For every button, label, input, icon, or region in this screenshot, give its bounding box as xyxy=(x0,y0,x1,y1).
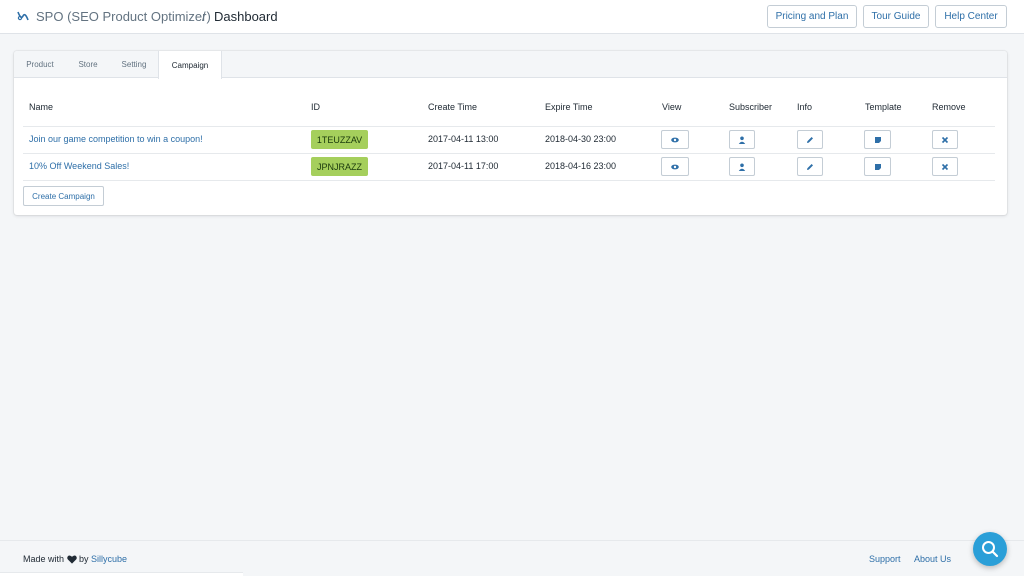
column-header-view: View xyxy=(662,102,682,112)
footer-by: by xyxy=(79,554,89,564)
column-header-create-time: Create Time xyxy=(428,102,478,112)
subscriber-button[interactable] xyxy=(729,130,755,149)
about-us-link[interactable]: About Us xyxy=(914,554,951,564)
expire-time: 2018-04-16 23:00 xyxy=(545,161,617,171)
campaign-card: Product Store Setting Campaign xyxy=(14,51,1007,215)
pencil-icon xyxy=(807,136,813,143)
column-header-info: Info xyxy=(797,102,813,112)
company-link[interactable]: Sillycube xyxy=(91,554,127,564)
support-link[interactable]: Support xyxy=(869,554,901,564)
column-header-id: ID xyxy=(311,102,320,112)
table-divider xyxy=(23,126,995,127)
app-logo-icon xyxy=(17,11,29,21)
column-header-name: Name xyxy=(29,102,54,112)
template-button[interactable] xyxy=(864,130,891,149)
info-button[interactable] xyxy=(797,157,823,176)
user-icon xyxy=(738,163,746,171)
column-header-expire-time: Expire Time xyxy=(545,102,593,112)
column-header-template: Template xyxy=(865,102,902,112)
footer-made-with: Made with xyxy=(23,554,65,564)
table-divider xyxy=(23,180,995,181)
template-button[interactable] xyxy=(864,157,891,176)
close-icon xyxy=(941,136,949,143)
subscriber-button[interactable] xyxy=(729,157,755,176)
remove-button[interactable] xyxy=(932,130,958,149)
campaign-id-badge: JPNJRAZZ xyxy=(311,157,368,176)
create-time: 2017-04-11 17:00 xyxy=(428,161,499,171)
breadcrumb-separator: / xyxy=(202,9,206,24)
tab-bar: Product Store Setting Campaign xyxy=(14,51,1007,79)
template-icon xyxy=(874,163,881,170)
tab-store[interactable]: Store xyxy=(66,51,110,78)
top-bar: SPO (SEO Product Optimizer) / Dashboard … xyxy=(0,0,1024,34)
page-title: Dashboard xyxy=(214,9,278,24)
tab-setting[interactable]: Setting xyxy=(110,51,158,78)
create-time: 2017-04-11 13:00 xyxy=(428,134,499,144)
close-icon xyxy=(941,163,949,170)
template-icon xyxy=(874,136,881,143)
create-campaign-button[interactable]: Create Campaign xyxy=(23,186,104,206)
eye-icon xyxy=(671,137,679,142)
tour-guide-button[interactable]: Tour Guide xyxy=(863,5,929,28)
help-center-button[interactable]: Help Center xyxy=(935,5,1007,28)
heart-icon xyxy=(67,555,77,564)
table-divider xyxy=(23,153,995,154)
app-title[interactable]: SPO (SEO Product Optimizer) xyxy=(36,9,211,24)
campaign-id-badge: 1TEUZZAV xyxy=(311,130,368,149)
remove-button[interactable] xyxy=(932,157,958,176)
campaign-name-link[interactable]: Join our game competition to win a coupo… xyxy=(29,134,203,144)
eye-icon xyxy=(671,164,679,169)
view-button[interactable] xyxy=(661,130,689,149)
info-button[interactable] xyxy=(797,130,823,149)
pricing-and-plan-button[interactable]: Pricing and Plan xyxy=(767,5,857,28)
search-help-button[interactable] xyxy=(973,532,1007,566)
campaign-name-link[interactable]: 10% Off Weekend Sales! xyxy=(29,161,129,171)
bottom-strip xyxy=(0,572,243,576)
footer: Made with by Sillycube Support About Us xyxy=(0,540,1024,576)
column-header-remove: Remove xyxy=(932,102,966,112)
user-icon xyxy=(738,136,746,144)
expire-time: 2018-04-30 23:00 xyxy=(545,134,617,144)
pencil-icon xyxy=(807,163,813,170)
tab-product[interactable]: Product xyxy=(14,51,66,78)
search-icon xyxy=(982,541,999,558)
column-header-subscriber: Subscriber xyxy=(729,102,773,112)
view-button[interactable] xyxy=(661,157,689,176)
tab-campaign[interactable]: Campaign xyxy=(158,51,222,79)
